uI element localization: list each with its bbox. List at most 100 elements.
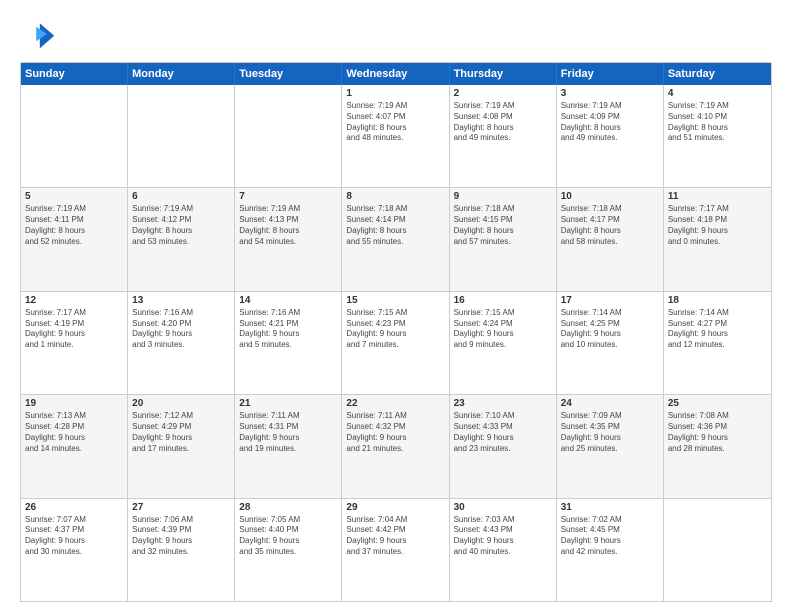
logo-icon [20,16,56,52]
calendar: SundayMondayTuesdayWednesdayThursdayFrid… [20,62,772,602]
calendar-cell [235,85,342,187]
calendar-cell: 23 Sunrise: 7:10 AM Sunset: 4:33 PM Dayli… [450,395,557,497]
weekday-header-wednesday: Wednesday [342,63,449,85]
cell-info: Sunrise: 7:11 AM Sunset: 4:31 PM Dayligh… [239,411,337,454]
day-number: 10 [561,191,659,202]
day-number: 6 [132,191,230,202]
day-number: 31 [561,502,659,513]
cell-info: Sunrise: 7:09 AM Sunset: 4:35 PM Dayligh… [561,411,659,454]
calendar-cell: 4 Sunrise: 7:19 AM Sunset: 4:10 PM Daylig… [664,85,771,187]
day-number: 18 [668,295,767,306]
cell-info: Sunrise: 7:16 AM Sunset: 4:20 PM Dayligh… [132,308,230,351]
cell-info: Sunrise: 7:14 AM Sunset: 4:25 PM Dayligh… [561,308,659,351]
day-number: 12 [25,295,123,306]
calendar-cell [21,85,128,187]
cell-info: Sunrise: 7:10 AM Sunset: 4:33 PM Dayligh… [454,411,552,454]
day-number: 24 [561,398,659,409]
cell-info: Sunrise: 7:12 AM Sunset: 4:29 PM Dayligh… [132,411,230,454]
page: SundayMondayTuesdayWednesdayThursdayFrid… [0,0,792,612]
calendar-cell: 19 Sunrise: 7:13 AM Sunset: 4:28 PM Dayli… [21,395,128,497]
calendar-cell: 27 Sunrise: 7:06 AM Sunset: 4:39 PM Dayli… [128,499,235,601]
calendar-cell: 30 Sunrise: 7:03 AM Sunset: 4:43 PM Dayli… [450,499,557,601]
header [20,16,772,52]
cell-info: Sunrise: 7:19 AM Sunset: 4:07 PM Dayligh… [346,101,444,144]
calendar-cell: 2 Sunrise: 7:19 AM Sunset: 4:08 PM Daylig… [450,85,557,187]
calendar-row-3: 19 Sunrise: 7:13 AM Sunset: 4:28 PM Dayli… [21,395,771,498]
day-number: 22 [346,398,444,409]
day-number: 28 [239,502,337,513]
calendar-body: 1 Sunrise: 7:19 AM Sunset: 4:07 PM Daylig… [21,85,771,601]
calendar-row-2: 12 Sunrise: 7:17 AM Sunset: 4:19 PM Dayli… [21,292,771,395]
cell-info: Sunrise: 7:18 AM Sunset: 4:14 PM Dayligh… [346,204,444,247]
day-number: 15 [346,295,444,306]
cell-info: Sunrise: 7:03 AM Sunset: 4:43 PM Dayligh… [454,515,552,558]
calendar-cell: 10 Sunrise: 7:18 AM Sunset: 4:17 PM Dayli… [557,188,664,290]
day-number: 30 [454,502,552,513]
day-number: 19 [25,398,123,409]
day-number: 29 [346,502,444,513]
calendar-cell: 21 Sunrise: 7:11 AM Sunset: 4:31 PM Dayli… [235,395,342,497]
day-number: 7 [239,191,337,202]
calendar-cell: 24 Sunrise: 7:09 AM Sunset: 4:35 PM Dayli… [557,395,664,497]
day-number: 4 [668,88,767,99]
cell-info: Sunrise: 7:19 AM Sunset: 4:11 PM Dayligh… [25,204,123,247]
day-number: 20 [132,398,230,409]
logo [20,16,60,52]
cell-info: Sunrise: 7:19 AM Sunset: 4:08 PM Dayligh… [454,101,552,144]
calendar-cell: 13Sunrise: 7:16 AM Sunset: 4:20 PM Dayli… [128,292,235,394]
cell-info: Sunrise: 7:13 AM Sunset: 4:28 PM Dayligh… [25,411,123,454]
day-number: 25 [668,398,767,409]
cell-info: Sunrise: 7:05 AM Sunset: 4:40 PM Dayligh… [239,515,337,558]
cell-info: Sunrise: 7:07 AM Sunset: 4:37 PM Dayligh… [25,515,123,558]
calendar-cell: 20 Sunrise: 7:12 AM Sunset: 4:29 PM Dayli… [128,395,235,497]
cell-info: Sunrise: 7:17 AM Sunset: 4:18 PM Dayligh… [668,204,767,247]
day-number: 26 [25,502,123,513]
calendar-row-1: 5 Sunrise: 7:19 AM Sunset: 4:11 PM Daylig… [21,188,771,291]
cell-info: Sunrise: 7:06 AM Sunset: 4:39 PM Dayligh… [132,515,230,558]
calendar-cell: 17 Sunrise: 7:14 AM Sunset: 4:25 PM Dayli… [557,292,664,394]
calendar-row-4: 26 Sunrise: 7:07 AM Sunset: 4:37 PM Dayli… [21,499,771,601]
calendar-row-0: 1 Sunrise: 7:19 AM Sunset: 4:07 PM Daylig… [21,85,771,188]
day-number: 27 [132,502,230,513]
calendar-cell: 15Sunrise: 7:15 AM Sunset: 4:23 PM Dayli… [342,292,449,394]
weekday-header-friday: Friday [557,63,664,85]
day-number: 3 [561,88,659,99]
calendar-cell: 6Sunrise: 7:19 AM Sunset: 4:12 PM Daylig… [128,188,235,290]
day-number: 17 [561,295,659,306]
day-number: 14 [239,295,337,306]
calendar-cell: 29 Sunrise: 7:04 AM Sunset: 4:42 PM Dayli… [342,499,449,601]
cell-info: Sunrise: 7:17 AM Sunset: 4:19 PM Dayligh… [25,308,123,351]
cell-info: Sunrise: 7:14 AM Sunset: 4:27 PM Dayligh… [668,308,767,351]
calendar-cell: 14Sunrise: 7:16 AM Sunset: 4:21 PM Dayli… [235,292,342,394]
calendar-cell: 9Sunrise: 7:18 AM Sunset: 4:15 PM Daylig… [450,188,557,290]
cell-info: Sunrise: 7:04 AM Sunset: 4:42 PM Dayligh… [346,515,444,558]
day-number: 2 [454,88,552,99]
calendar-cell: 1 Sunrise: 7:19 AM Sunset: 4:07 PM Daylig… [342,85,449,187]
calendar-cell: 16Sunrise: 7:15 AM Sunset: 4:24 PM Dayli… [450,292,557,394]
day-number: 5 [25,191,123,202]
calendar-cell: 5 Sunrise: 7:19 AM Sunset: 4:11 PM Daylig… [21,188,128,290]
weekday-header-sunday: Sunday [21,63,128,85]
calendar-cell: 28 Sunrise: 7:05 AM Sunset: 4:40 PM Dayli… [235,499,342,601]
cell-info: Sunrise: 7:15 AM Sunset: 4:24 PM Dayligh… [454,308,552,351]
cell-info: Sunrise: 7:19 AM Sunset: 4:09 PM Dayligh… [561,101,659,144]
day-number: 8 [346,191,444,202]
calendar-cell: 11Sunrise: 7:17 AM Sunset: 4:18 PM Dayli… [664,188,771,290]
weekday-header-thursday: Thursday [450,63,557,85]
cell-info: Sunrise: 7:19 AM Sunset: 4:10 PM Dayligh… [668,101,767,144]
calendar-cell: 26 Sunrise: 7:07 AM Sunset: 4:37 PM Dayli… [21,499,128,601]
weekday-header-tuesday: Tuesday [235,63,342,85]
day-number: 1 [346,88,444,99]
cell-info: Sunrise: 7:18 AM Sunset: 4:17 PM Dayligh… [561,204,659,247]
weekday-header-monday: Monday [128,63,235,85]
day-number: 21 [239,398,337,409]
calendar-cell: 12 Sunrise: 7:17 AM Sunset: 4:19 PM Dayli… [21,292,128,394]
cell-info: Sunrise: 7:11 AM Sunset: 4:32 PM Dayligh… [346,411,444,454]
cell-info: Sunrise: 7:02 AM Sunset: 4:45 PM Dayligh… [561,515,659,558]
cell-info: Sunrise: 7:08 AM Sunset: 4:36 PM Dayligh… [668,411,767,454]
calendar-cell: 31 Sunrise: 7:02 AM Sunset: 4:45 PM Dayli… [557,499,664,601]
day-number: 23 [454,398,552,409]
calendar-cell [664,499,771,601]
day-number: 9 [454,191,552,202]
calendar-cell: 7Sunrise: 7:19 AM Sunset: 4:13 PM Daylig… [235,188,342,290]
